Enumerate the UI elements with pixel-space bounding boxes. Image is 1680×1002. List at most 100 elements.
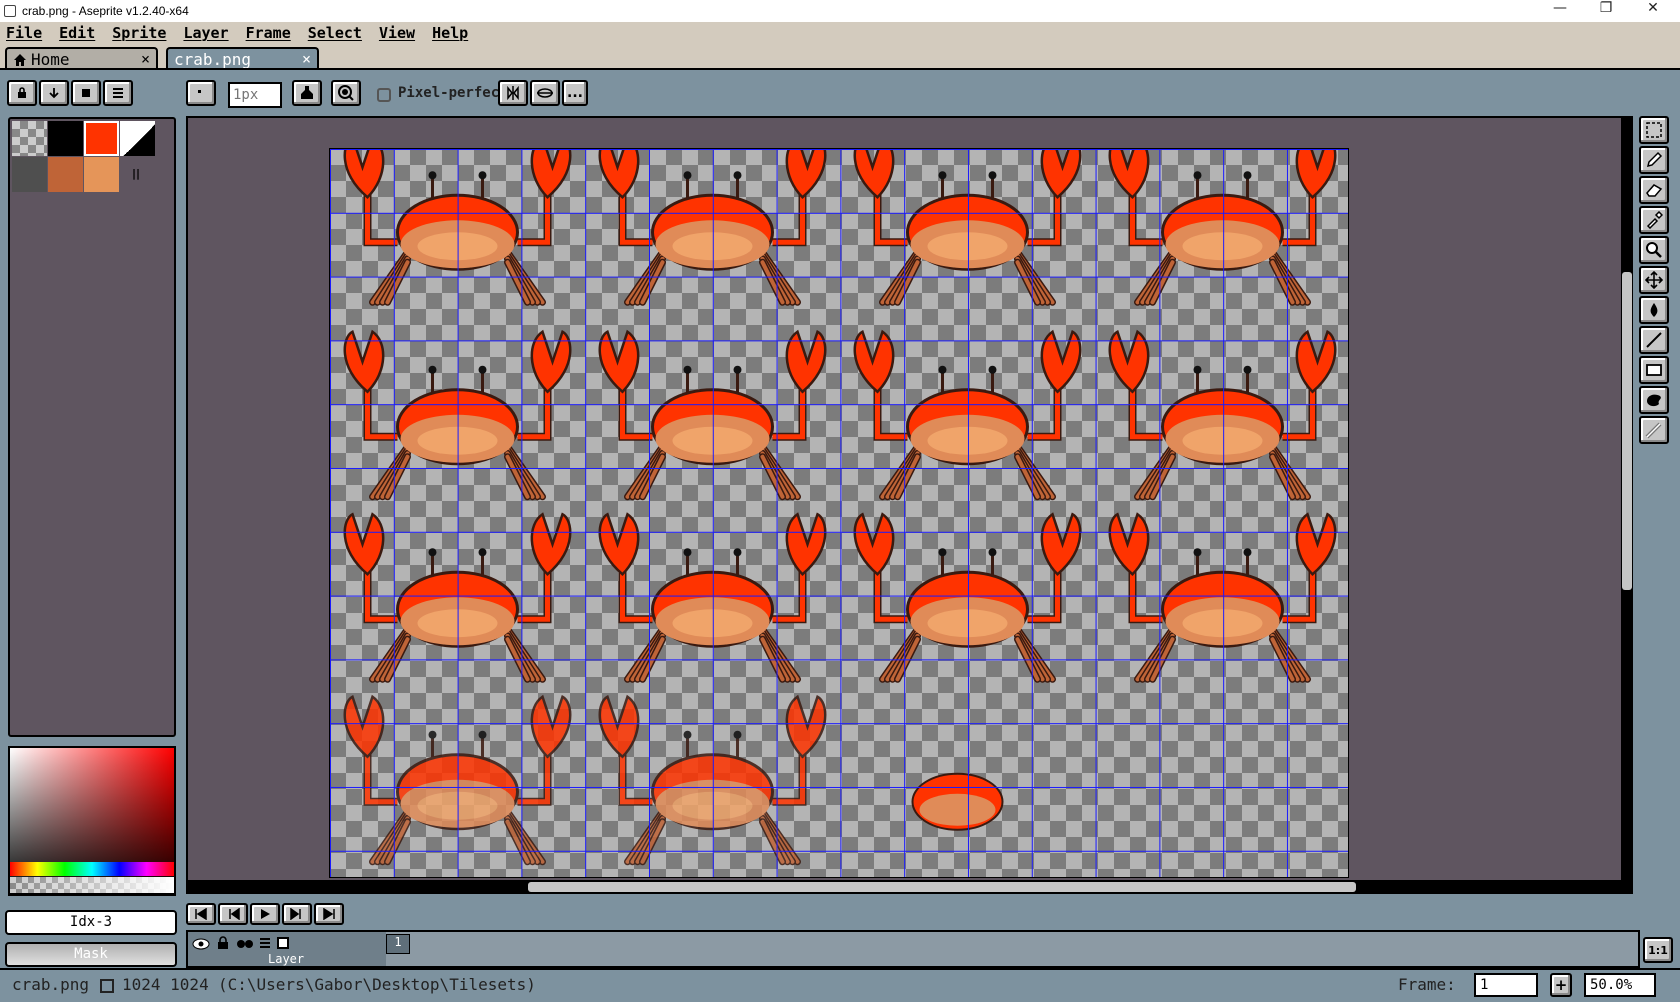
eraser-tool[interactable]: [1639, 176, 1669, 204]
rectangle-tool[interactable]: [1639, 356, 1669, 384]
continuous-layer-icon[interactable]: [276, 936, 290, 950]
menu-file[interactable]: File: [6, 24, 42, 42]
crab-sprite-12: [1108, 512, 1337, 683]
brush-type-button[interactable]: [186, 80, 216, 106]
opacity-button[interactable]: [331, 80, 361, 106]
tab-home-close-icon[interactable]: ×: [141, 50, 150, 68]
tab-home[interactable]: Home ×: [5, 47, 158, 70]
timeline-frame-header[interactable]: 1: [386, 934, 410, 954]
contour-icon: [1647, 394, 1661, 407]
menu-view[interactable]: View: [379, 24, 415, 42]
crab-sprite-1: [343, 149, 572, 306]
tab-home-label: Home: [31, 50, 70, 69]
frame-number-input[interactable]: [1474, 973, 1538, 997]
crab-sprite-4: [1108, 149, 1337, 306]
layer-name[interactable]: Layer: [268, 952, 304, 966]
blur-tool[interactable]: [1639, 416, 1669, 444]
crab-sprite-partial: [911, 772, 1004, 831]
vertical-scroll-thumb[interactable]: [1622, 272, 1632, 590]
ink-type-button[interactable]: [292, 80, 322, 106]
palette-resize-handle[interactable]: ||: [132, 167, 140, 180]
next-frame-button[interactable]: [282, 903, 312, 925]
zoom-tool[interactable]: [1639, 236, 1669, 264]
visibility-eye-icon[interactable]: [192, 938, 210, 950]
maximize-button[interactable]: ❐: [1583, 0, 1629, 22]
brush-dot-icon: [198, 90, 201, 93]
palette-swatch-red[interactable]: [84, 121, 119, 156]
pixel-perfect-checkbox[interactable]: [377, 88, 391, 102]
menu-help[interactable]: Help: [432, 24, 468, 42]
move-tool[interactable]: [1639, 266, 1669, 294]
menu-layer[interactable]: Layer: [183, 24, 228, 42]
mask-button[interactable]: Mask: [5, 942, 177, 967]
previous-frame-button[interactable]: [218, 903, 248, 925]
last-frame-button[interactable]: [314, 903, 344, 925]
color-index-field[interactable]: Idx-3: [5, 910, 177, 935]
zoom-input[interactable]: [1584, 973, 1656, 997]
palette-swatch-brown[interactable]: [48, 157, 83, 192]
pencil-tool[interactable]: [1639, 146, 1669, 174]
eraser-icon: [1646, 184, 1663, 197]
tab-crab-close-icon[interactable]: ×: [302, 50, 311, 68]
hue-slider[interactable]: [10, 862, 174, 876]
square-icon: [82, 89, 90, 97]
arrow-down-icon: [49, 88, 59, 99]
palette-presets-button[interactable]: [71, 80, 101, 106]
link-cels-icon[interactable]: [258, 935, 272, 951]
crab-sprite-10: [598, 512, 827, 683]
palette-swatch-white[interactable]: [120, 121, 155, 156]
menu-sprite[interactable]: Sprite: [112, 24, 166, 42]
ink-bucket-icon: [301, 86, 313, 99]
crab-sprite-9: [343, 512, 572, 683]
first-frame-button[interactable]: [186, 903, 216, 925]
play-icon: [261, 909, 270, 919]
close-window-button[interactable]: ✕: [1630, 0, 1676, 22]
palette-sort-button[interactable]: [39, 80, 69, 106]
horizontal-scroll-thumb[interactable]: [528, 882, 1356, 892]
palette-panel: ||: [8, 117, 176, 737]
menu-edit[interactable]: Edit: [59, 24, 95, 42]
play-button[interactable]: [250, 903, 280, 925]
tab-crab-label: crab.png: [174, 50, 252, 69]
menu-frame[interactable]: Frame: [246, 24, 291, 42]
symmetry-vertical-button[interactable]: [498, 80, 528, 106]
symmetry-horizontal-button[interactable]: [530, 80, 560, 106]
crab-sprite-13: [343, 694, 572, 866]
move-arrows-icon: [1645, 271, 1663, 289]
lock-layer-icon[interactable]: [216, 936, 230, 950]
palette-swatch-darkgray[interactable]: [12, 157, 47, 192]
line-tool[interactable]: [1639, 326, 1669, 354]
minimize-button[interactable]: —: [1537, 0, 1583, 22]
aseprite-app-icon: [4, 5, 16, 17]
palette-swatch-transparent[interactable]: [12, 121, 47, 156]
eyedropper-tool[interactable]: [1639, 206, 1669, 234]
palette-swatch-black[interactable]: [48, 121, 83, 156]
palette-swatch-tan[interactable]: [84, 157, 119, 192]
palette-options-button[interactable]: [103, 80, 133, 106]
window-title: crab.png - Aseprite v1.2.40-x64: [22, 4, 189, 18]
onion-skin-icon[interactable]: [236, 938, 254, 950]
zoom-ratio-button[interactable]: 1:1: [1643, 937, 1673, 963]
paint-bucket-tool[interactable]: [1639, 296, 1669, 324]
status-filename: crab.png: [12, 975, 90, 994]
lock-icon: [18, 87, 26, 98]
more-options-button[interactable]: ...: [562, 80, 588, 106]
menu-select[interactable]: Select: [308, 24, 362, 42]
crab-sprite-7: [853, 329, 1082, 501]
palette-lock-button[interactable]: [7, 80, 37, 106]
rectangular-marquee-tool[interactable]: [1639, 116, 1669, 144]
tab-crab-png[interactable]: crab.png ×: [166, 47, 319, 70]
alpha-slider[interactable]: [10, 877, 174, 893]
zoom-icon: [1646, 242, 1662, 258]
first-frame-icon: [195, 908, 207, 920]
brush-size-input[interactable]: [228, 82, 282, 108]
add-frame-button[interactable]: +: [1550, 973, 1572, 997]
eyedropper-icon: [1646, 211, 1663, 229]
sprite-size-icon: [100, 979, 114, 993]
contour-tool[interactable]: [1639, 386, 1669, 414]
editor-canvas[interactable]: [186, 116, 1633, 894]
symmetry-icon: [507, 85, 519, 101]
home-icon: [14, 53, 26, 66]
sprite-sheet[interactable]: [329, 148, 1349, 878]
pixel-perfect-label: Pixel-perfect: [398, 85, 508, 101]
